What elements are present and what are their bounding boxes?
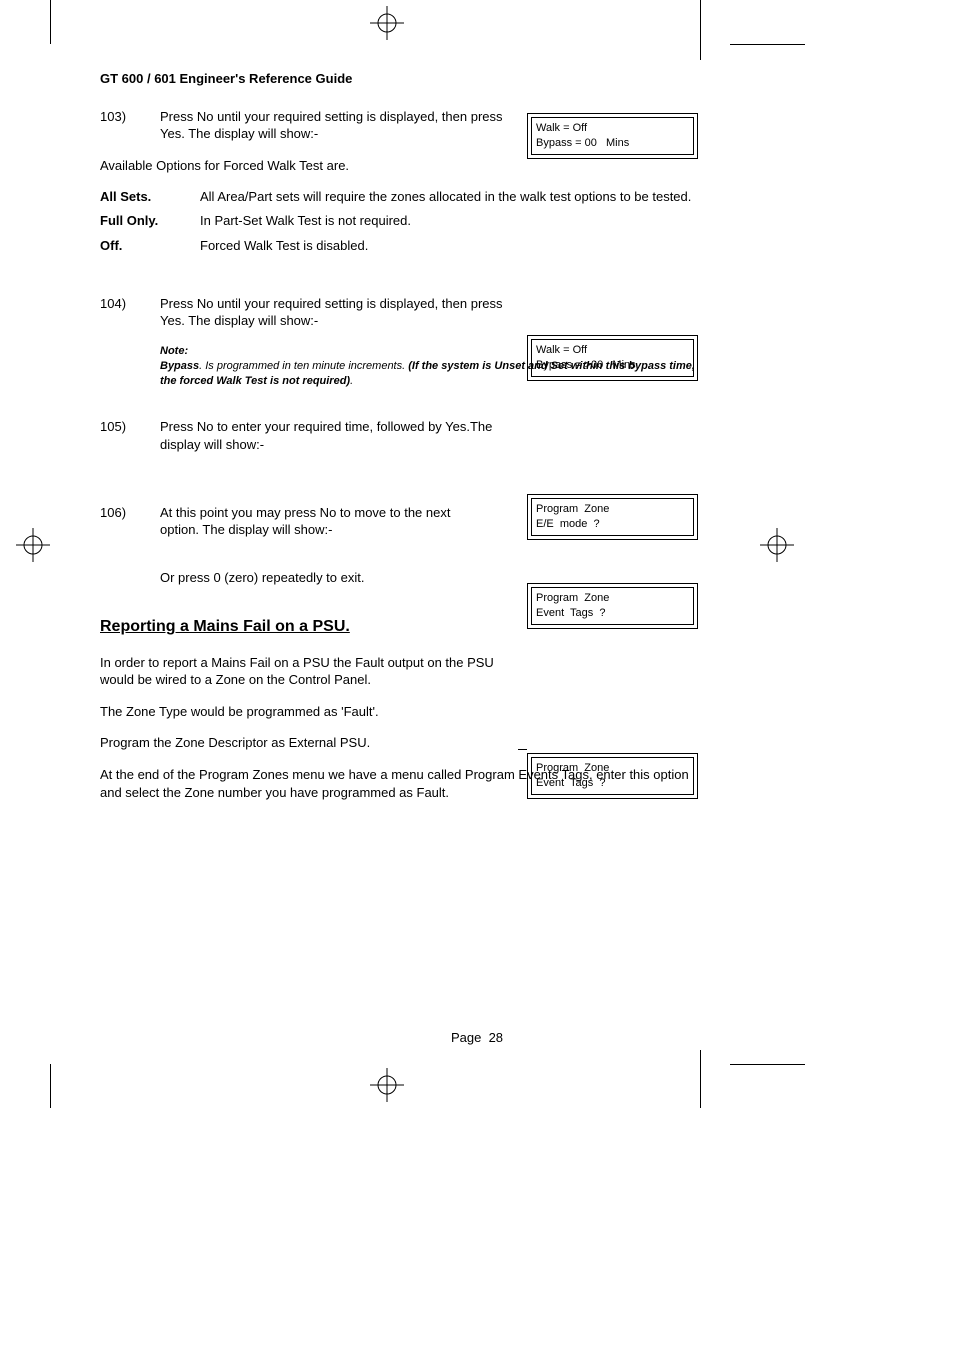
step-text: Press No until your required setting is … [160, 108, 520, 143]
step-103: 103) Press No until your required settin… [100, 108, 700, 143]
step-text: Press No to enter your required time, fo… [160, 418, 520, 453]
step-text: Press No until your required setting is … [160, 295, 520, 330]
note-rest: . Is programmed in ten minute increments… [199, 360, 408, 372]
psu-paragraph-2: The Zone Type would be programmed as 'Fa… [100, 703, 700, 721]
section-title: Reporting a Mains Fail on a PSU. [100, 616, 700, 638]
footer-label: Page [451, 1030, 481, 1045]
psu-paragraph-3: Program the Zone Descriptor as External … [100, 734, 700, 752]
option-full-only: Full Only. In Part-Set Walk Test is not … [100, 212, 700, 230]
page-header: GT 600 / 601 Engineer's Reference Guide [100, 70, 700, 88]
step-106: 106) At this point you may press No to m… [100, 504, 700, 539]
note-lead: Bypass [160, 360, 199, 372]
page-content: GT 600 / 601 Engineer's Reference Guide … [100, 70, 700, 815]
step-106-after: Or press 0 (zero) repeatedly to exit. [160, 569, 700, 587]
crop-mark [730, 44, 805, 45]
option-off: Off. Forced Walk Test is disabled. [100, 237, 700, 255]
note-body: Bypass. Is programmed in ten minute incr… [160, 359, 700, 389]
step-number: 103) [100, 108, 160, 143]
step-number: 104) [100, 295, 160, 330]
option-label: Off. [100, 237, 200, 255]
note-end: . [350, 375, 353, 387]
step-105: 105) Press No to enter your required tim… [100, 418, 700, 453]
available-options-heading: Available Options for Forced Walk Test a… [100, 157, 700, 175]
psu-paragraph-1: In order to report a Mains Fail on a PSU… [100, 654, 520, 689]
register-mark-left [16, 528, 50, 562]
options-list: All Sets. All Area/Part sets will requir… [100, 188, 700, 255]
step-104: 104) Press No until your required settin… [100, 295, 700, 330]
crop-mark [700, 0, 701, 60]
psu-paragraph-4: At the end of the Program Zones menu we … [100, 766, 700, 801]
option-label: All Sets. [100, 188, 200, 206]
note-label: Note: [160, 344, 700, 359]
register-mark-right [760, 528, 794, 562]
step-text: At this point you may press No to move t… [160, 504, 480, 539]
crop-mark [700, 1050, 701, 1108]
option-desc: All Area/Part sets will require the zone… [200, 188, 700, 206]
note-block: Note: Bypass. Is programmed in ten minut… [160, 344, 700, 389]
crop-mark [730, 1064, 805, 1065]
option-desc: Forced Walk Test is disabled. [200, 237, 700, 255]
register-mark-top [370, 6, 404, 40]
register-mark-bottom [370, 1068, 404, 1102]
page-number: 28 [489, 1030, 503, 1045]
option-desc: In Part-Set Walk Test is not required. [200, 212, 700, 230]
crop-mark [50, 1064, 51, 1108]
step-number: 106) [100, 504, 160, 539]
page-footer: Page 28 [0, 1030, 954, 1045]
crop-mark [50, 0, 51, 44]
option-all-sets: All Sets. All Area/Part sets will requir… [100, 188, 700, 206]
option-label: Full Only. [100, 212, 200, 230]
step-number: 105) [100, 418, 160, 453]
